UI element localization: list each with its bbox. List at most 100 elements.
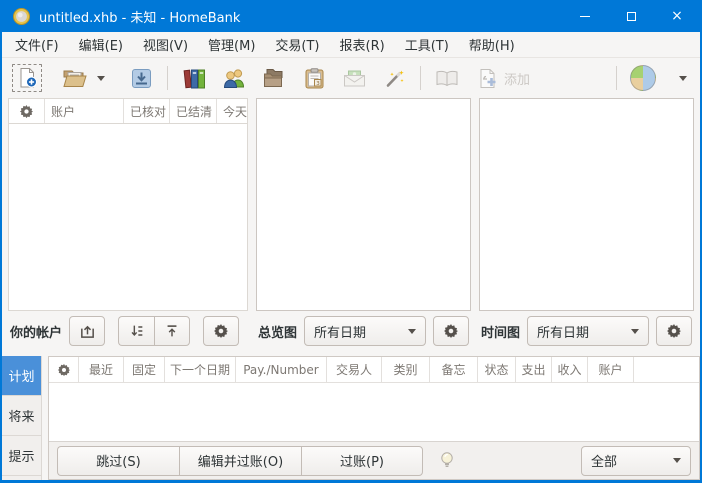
- reports-dropdown[interactable]: [674, 62, 692, 94]
- open-folder-icon: [63, 68, 87, 88]
- expand-all-button[interactable]: [118, 316, 154, 346]
- scheduled-button[interactable]: 3: [297, 62, 331, 94]
- assign-wand-icon: [384, 68, 405, 89]
- open-account-window-icon: [79, 323, 96, 340]
- menu-transactions[interactable]: 交易(T): [265, 32, 329, 57]
- homebank-window: untitled.xhb - 未知 - HomeBank × 文件(F) 编辑(…: [0, 0, 702, 483]
- overview-settings-button[interactable]: [433, 316, 469, 346]
- open-file-button[interactable]: [58, 62, 92, 94]
- time-range-dropdown[interactable]: 所有日期: [527, 316, 649, 346]
- assign-button[interactable]: [377, 62, 411, 94]
- column-pay-number[interactable]: Pay./Number: [236, 357, 327, 382]
- overview-range-dropdown[interactable]: 所有日期: [304, 316, 426, 346]
- column-reconciled[interactable]: 已核对: [124, 99, 170, 123]
- menu-reports[interactable]: 报表(R): [330, 32, 395, 57]
- tab-tips[interactable]: 提示: [2, 436, 41, 476]
- scheduled-columns-gear-button[interactable]: [49, 357, 79, 382]
- budget-icon: [343, 70, 366, 87]
- close-icon: ×: [671, 8, 683, 24]
- accounts-header: 账户 已核对 已结清 今天: [8, 98, 248, 124]
- chevron-down-icon: [679, 76, 687, 81]
- close-button[interactable]: ×: [654, 0, 700, 32]
- show-ledger-button[interactable]: [430, 62, 464, 94]
- column-account[interactable]: 账户: [45, 99, 124, 123]
- skip-button[interactable]: 跳过(S): [57, 446, 179, 476]
- tab-scheduled[interactable]: 计划: [2, 356, 41, 396]
- maximize-button[interactable]: [608, 0, 654, 32]
- column-cleared[interactable]: 已结清: [170, 99, 217, 123]
- column-next-date[interactable]: 下一个日期: [165, 357, 236, 382]
- column-memo[interactable]: 备忘: [430, 357, 478, 382]
- overview-panel: 总览图 所有日期: [256, 98, 471, 351]
- column-account[interactable]: 账户: [588, 357, 634, 382]
- column-expense[interactable]: 支出: [516, 357, 552, 382]
- scheduled-filter-value: 全部: [591, 451, 673, 470]
- save-button[interactable]: [124, 62, 158, 94]
- menu-edit[interactable]: 编辑(E): [69, 32, 133, 57]
- toolbar: 3: [2, 58, 700, 98]
- open-recent-dropdown[interactable]: [92, 62, 110, 94]
- svg-text:3: 3: [316, 80, 320, 86]
- budget-button[interactable]: [337, 62, 371, 94]
- column-payee[interactable]: 交易人: [327, 357, 382, 382]
- column-category[interactable]: 类别: [382, 357, 430, 382]
- accounts-panel: 账户 已核对 已结清 今天 你的帐户: [8, 98, 248, 351]
- lightbulb-icon: [440, 451, 454, 470]
- overview-chart-area: [256, 98, 471, 311]
- overview-range-value: 所有日期: [314, 322, 408, 341]
- add-transaction-icon: [478, 68, 498, 89]
- column-income[interactable]: 收入: [552, 357, 588, 382]
- time-chart-panel: 时间图 所有日期: [479, 98, 694, 351]
- gear-icon: [213, 323, 229, 339]
- accounts-columns-gear-button[interactable]: [9, 99, 45, 123]
- minimize-button[interactable]: [562, 0, 608, 32]
- overview-footer: 总览图 所有日期: [256, 311, 471, 351]
- show-account-button[interactable]: [69, 316, 105, 346]
- time-chart-footer: 时间图 所有日期: [479, 311, 694, 351]
- menu-view[interactable]: 视图(V): [133, 32, 198, 57]
- menu-help[interactable]: 帮助(H): [459, 32, 525, 57]
- scheduled-filter-dropdown[interactable]: 全部: [581, 446, 691, 476]
- tab-future[interactable]: 将来: [2, 396, 41, 436]
- reports-pie-icon: [630, 65, 656, 91]
- new-file-icon: [17, 67, 38, 89]
- column-today[interactable]: 今天: [217, 99, 247, 123]
- chevron-down-icon: [631, 329, 639, 334]
- menu-file[interactable]: 文件(F): [5, 32, 69, 57]
- post-button[interactable]: 过账(P): [301, 446, 423, 476]
- collapse-all-button[interactable]: [154, 316, 190, 346]
- scheduled-table-body[interactable]: [49, 383, 699, 441]
- accounts-settings-button[interactable]: [203, 316, 239, 346]
- add-transaction-button[interactable]: 添加: [474, 62, 534, 94]
- accounts-footer: 你的帐户: [8, 311, 248, 351]
- accounts-list[interactable]: [8, 124, 248, 311]
- toolbar-separator: [167, 66, 168, 90]
- gear-icon: [19, 104, 34, 119]
- accounts-button[interactable]: [177, 62, 211, 94]
- toolbar-separator: [420, 66, 421, 90]
- accounts-books-icon: [183, 68, 206, 89]
- chevron-down-icon: [408, 329, 416, 334]
- new-file-button[interactable]: [10, 62, 44, 94]
- chevron-down-icon: [673, 458, 681, 463]
- column-status[interactable]: 状态: [478, 357, 516, 382]
- gear-icon: [443, 323, 459, 339]
- payees-button[interactable]: [217, 62, 251, 94]
- homebank-coin-icon: [13, 8, 30, 25]
- menu-tools[interactable]: 工具(T): [395, 32, 459, 57]
- edit-and-post-button[interactable]: 编辑并过账(O): [179, 446, 301, 476]
- add-transaction-label: 添加: [504, 69, 530, 88]
- reports-button[interactable]: [626, 62, 660, 94]
- main-area: 账户 已核对 已结清 今天 你的帐户: [2, 98, 700, 351]
- menu-manage[interactable]: 管理(M): [198, 32, 265, 57]
- categories-button[interactable]: [257, 62, 291, 94]
- column-late[interactable]: 最近: [79, 357, 124, 382]
- chevron-down-icon: [97, 76, 105, 81]
- time-chart-area: [479, 98, 694, 311]
- collapse-all-icon: [164, 323, 180, 339]
- gear-icon: [57, 363, 71, 377]
- time-chart-settings-button[interactable]: [656, 316, 692, 346]
- column-fixed[interactable]: 固定: [124, 357, 165, 382]
- save-icon: [131, 68, 152, 89]
- scheduled-icon: 3: [304, 68, 325, 89]
